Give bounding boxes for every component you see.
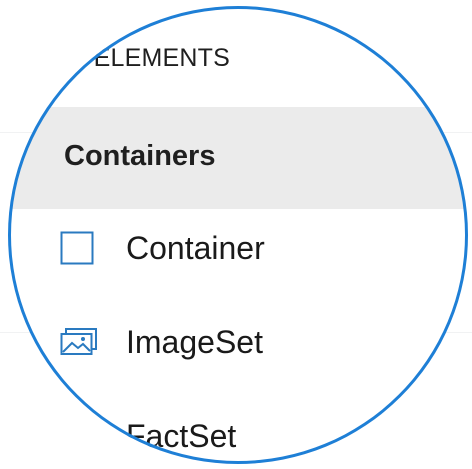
toolbox-item-label: FactSet	[126, 417, 237, 454]
toolbox-item-factset[interactable]: FactSet	[60, 411, 236, 461]
container-square-icon	[60, 226, 104, 270]
factset-icon	[60, 414, 104, 458]
section-label: RD ELEMENTS	[50, 44, 231, 72]
magnified-view: RD ELEMENTS Containers Container ImageSe…	[0, 0, 472, 469]
group-title: Containers	[64, 140, 216, 172]
toolbox-item-imageset[interactable]: ImageSet	[60, 317, 263, 367]
magnifier-lens: RD ELEMENTS Containers Container ImageSe…	[8, 6, 468, 464]
toolbox-item-label: ImageSet	[126, 323, 263, 360]
imageset-icon	[60, 320, 104, 364]
toolbox-item-label: Container	[126, 229, 265, 266]
toolbox-item-container[interactable]: Container	[60, 223, 265, 273]
toolbox-panel: RD ELEMENTS Containers Container ImageSe…	[8, 6, 468, 464]
